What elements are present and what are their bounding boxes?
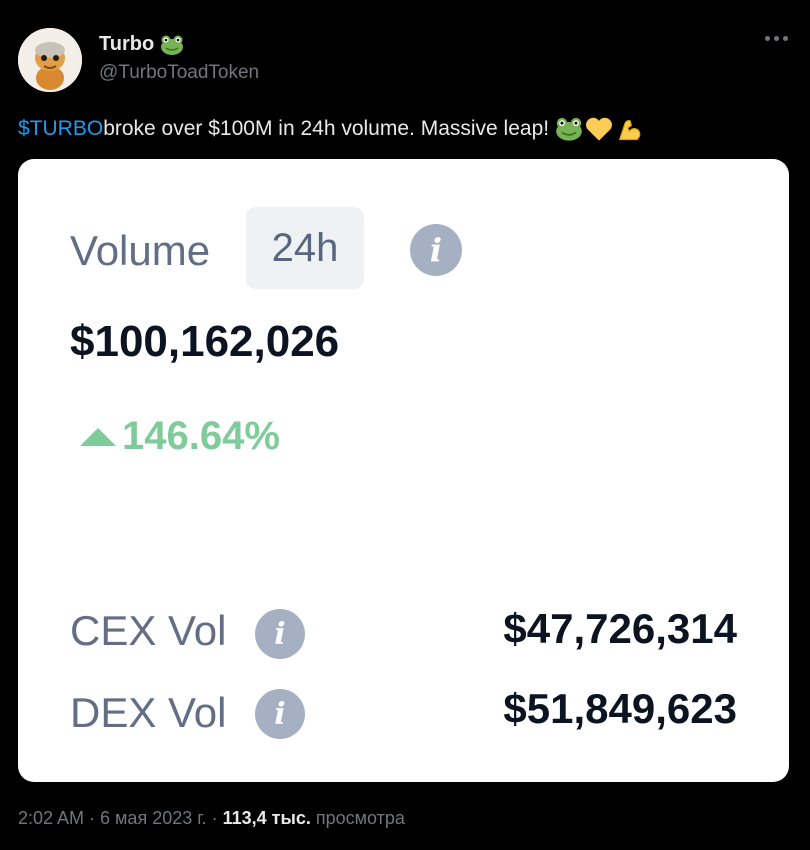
info-icon[interactable]: i [255, 689, 305, 739]
tweet: Turbo @TurboToadToken $TURBO broke over … [0, 0, 810, 850]
more-options-button[interactable] [765, 36, 788, 41]
tweet-time[interactable]: 2:02 AM [18, 808, 84, 828]
period-selector[interactable]: 24h [246, 207, 364, 289]
info-icon[interactable]: i [255, 609, 305, 659]
frog-emoji-icon [161, 35, 184, 55]
avatar[interactable] [18, 28, 82, 92]
dot-icon [774, 36, 779, 41]
tweet-emojis [555, 116, 643, 142]
volume-title: Volume [70, 227, 211, 274]
change-percent: 146.64% [122, 414, 280, 458]
tweet-body: broke over $100M in 24h volume. Massive … [103, 117, 550, 140]
media-image[interactable]: Volume 24h i $100,162,026 146.64% CEX Vo… [18, 159, 789, 782]
view-count: 113,4 тыс. [222, 808, 311, 828]
dex-vol-value: $51,849,623 [503, 685, 737, 732]
dex-vol-label: DEX Vol [70, 689, 227, 736]
dot-icon [765, 36, 770, 41]
cex-vol-value: $47,726,314 [503, 605, 737, 652]
frog-emoji-icon [556, 117, 582, 141]
dot-icon [783, 36, 788, 41]
flexed-biceps-emoji-icon [618, 120, 641, 141]
up-triangle-icon [80, 427, 116, 446]
author-name-row[interactable]: Turbo [99, 33, 184, 56]
tweet-metadata: 2:02 AM · 6 мая 2023 г. · 113,4 тыс. про… [18, 808, 405, 829]
views-label: просмотра [310, 808, 405, 828]
cashtag-link[interactable]: $TURBO [18, 117, 103, 141]
tweet-text: $TURBO broke over $100M in 24h volume. M… [18, 116, 643, 142]
cex-vol-label: CEX Vol [70, 607, 227, 654]
info-icon[interactable]: i [410, 224, 462, 276]
total-volume: $100,162,026 [70, 317, 340, 366]
author-handle[interactable]: @TurboToadToken [99, 62, 259, 84]
toad-avatar-icon [18, 28, 82, 92]
tweet-date[interactable]: 6 мая 2023 г. [100, 808, 207, 828]
volume-change: 146.64% [80, 414, 280, 459]
yellow-heart-emoji-icon [586, 117, 613, 141]
separator: · [84, 808, 101, 828]
separator: · [206, 808, 223, 828]
author-name[interactable]: Turbo [99, 33, 154, 56]
